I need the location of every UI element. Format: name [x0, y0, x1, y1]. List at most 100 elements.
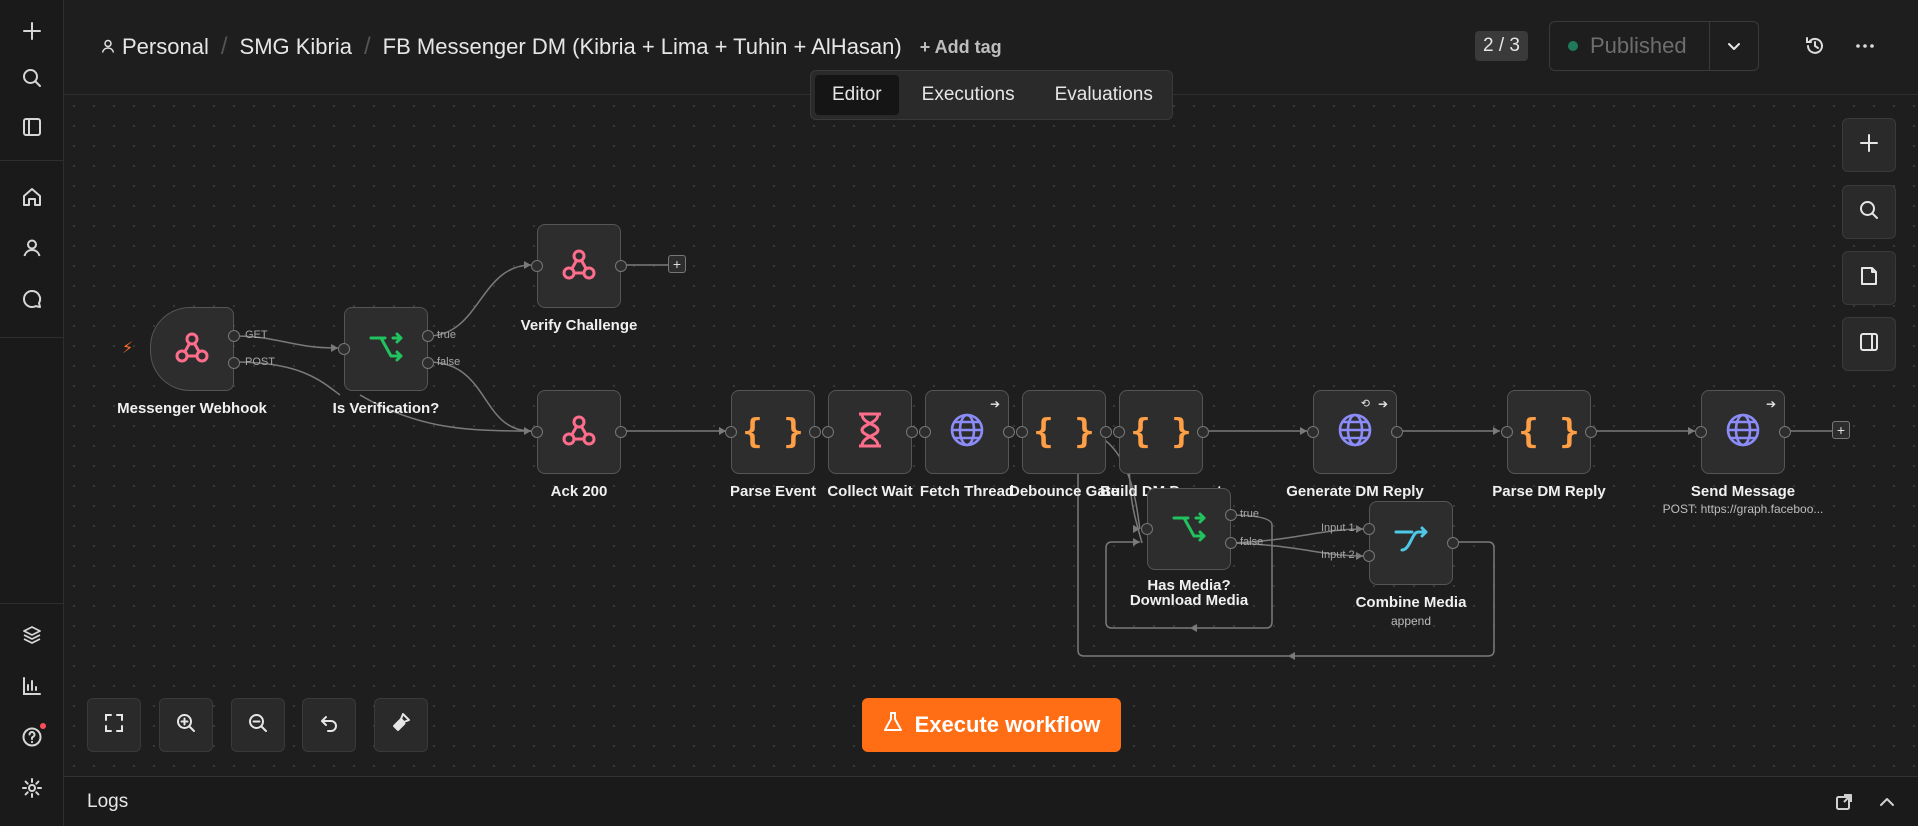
node-label: Ack 200 — [550, 483, 608, 500]
output-port[interactable] — [615, 426, 627, 438]
templates-icon[interactable] — [14, 617, 50, 653]
node-label: Parse Event — [730, 483, 816, 500]
output-port[interactable] — [1391, 426, 1403, 438]
breadcrumb-separator: / — [364, 33, 371, 60]
node-debounce-gate[interactable]: { } Debounce Gate — [1009, 390, 1119, 500]
zoom-out-button[interactable] — [231, 698, 285, 752]
node-label: Download Media — [1129, 592, 1249, 609]
output-port[interactable] — [615, 260, 627, 272]
add-node-button[interactable]: + — [668, 255, 686, 273]
output-port[interactable] — [228, 330, 240, 342]
output-port[interactable] — [1225, 537, 1237, 549]
input-port[interactable] — [919, 426, 931, 438]
sidebar-icon[interactable] — [14, 109, 50, 145]
add-node-button[interactable]: + — [1832, 421, 1850, 439]
add-tag-button[interactable]: + Add tag — [920, 37, 1002, 58]
input-port[interactable] — [531, 426, 543, 438]
input-port[interactable] — [1695, 426, 1707, 438]
output-port[interactable] — [1197, 426, 1209, 438]
output-port[interactable] — [228, 357, 240, 369]
input-port[interactable] — [822, 426, 834, 438]
breadcrumb-personal[interactable]: Personal — [122, 34, 209, 60]
publish-button[interactable]: Published — [1550, 22, 1710, 70]
node-combine-media[interactable]: Combine Media append Input 1 Input 2 — [1321, 501, 1466, 628]
zoom-in-button[interactable] — [159, 698, 213, 752]
webhook-icon — [560, 245, 598, 288]
help-icon[interactable] — [14, 719, 50, 755]
flask-icon — [883, 711, 903, 739]
globe-icon — [1336, 411, 1374, 454]
chevron-up-icon[interactable] — [1874, 789, 1900, 815]
input-port[interactable] — [1307, 426, 1319, 438]
home-icon[interactable] — [14, 179, 50, 215]
output-port[interactable] — [1100, 426, 1112, 438]
tidy-up-button[interactable] — [374, 698, 428, 752]
input-port[interactable] — [1363, 550, 1375, 562]
output-port[interactable] — [1585, 426, 1597, 438]
output-port[interactable] — [422, 357, 434, 369]
input-port[interactable] — [1501, 426, 1513, 438]
settings-icon[interactable] — [14, 770, 50, 806]
node-ack-200[interactable]: Ack 200 — [531, 390, 627, 500]
logs-panel[interactable]: Logs — [64, 776, 1918, 826]
search-nodes-button[interactable] — [1842, 185, 1896, 239]
node-parse-event[interactable]: { } Parse Event — [725, 390, 821, 500]
node-verify-challenge[interactable]: Verify Challenge — [521, 224, 637, 334]
workflow-name[interactable]: FB Messenger DM (Kibria + Lima + Tuhin +… — [383, 34, 902, 60]
input-port[interactable] — [531, 260, 543, 272]
fit-view-button[interactable] — [87, 698, 141, 752]
input-port[interactable] — [1363, 523, 1375, 535]
status-dot — [1568, 41, 1578, 51]
input-port[interactable] — [1113, 426, 1125, 438]
rail-divider — [0, 603, 64, 604]
chevron-down-icon[interactable] — [1710, 38, 1758, 54]
breadcrumb-separator: / — [220, 33, 228, 60]
left-rail — [0, 0, 64, 826]
node-label: Combine Media — [1355, 594, 1467, 611]
node-build-dm-prompt[interactable]: { } Build DM Prompt — [1100, 390, 1222, 500]
pop-out-icon[interactable] — [1831, 789, 1857, 815]
node-fetch-thread[interactable]: ➔ Fetch Thread — [919, 390, 1015, 500]
toggle-panel-button[interactable] — [1842, 317, 1896, 371]
node-is-verification[interactable]: Is Verification? true false — [333, 307, 460, 417]
input-port[interactable] — [1141, 523, 1153, 535]
sticky-note-button[interactable] — [1842, 251, 1896, 305]
node-parse-dm-reply[interactable]: { } Parse DM Reply — [1492, 390, 1606, 500]
output-port[interactable] — [809, 426, 821, 438]
tab-evaluations[interactable]: Evaluations — [1038, 75, 1170, 115]
rail-divider — [0, 160, 64, 161]
port-label: POST — [245, 356, 275, 368]
node-messenger-webhook[interactable]: Messenger Webhook GET POST — [117, 307, 275, 417]
tab-editor[interactable]: Editor — [815, 75, 899, 115]
user-icon[interactable] — [14, 230, 50, 266]
output-port[interactable] — [906, 426, 918, 438]
breadcrumb-project[interactable]: SMG Kibria — [240, 34, 352, 60]
plus-icon[interactable] — [14, 13, 50, 49]
more-options-icon[interactable] — [1847, 28, 1883, 64]
arrow-right-icon: ➔ — [1377, 397, 1388, 411]
add-node-panel-button[interactable] — [1842, 118, 1896, 172]
node-generate-dm-reply[interactable]: ⟲ ➔ Generate DM Reply — [1286, 390, 1424, 500]
output-port[interactable] — [1225, 509, 1237, 521]
node-has-media[interactable]: Has Media? Download Media true false — [1130, 488, 1263, 609]
search-icon[interactable] — [14, 60, 50, 96]
output-port[interactable] — [1779, 426, 1791, 438]
input-port[interactable] — [1016, 426, 1028, 438]
plus-icon — [1858, 132, 1880, 159]
output-port[interactable] — [422, 330, 434, 342]
tab-executions[interactable]: Executions — [905, 75, 1032, 115]
undo-button[interactable] — [302, 698, 356, 752]
chat-icon[interactable] — [14, 281, 50, 317]
insights-icon[interactable] — [14, 668, 50, 704]
input-port[interactable] — [338, 343, 350, 355]
port-label: false — [437, 356, 461, 368]
input-port[interactable] — [725, 426, 737, 438]
execute-workflow-button[interactable]: Execute workflow — [862, 698, 1121, 752]
zoom-out-icon — [247, 712, 269, 739]
node-collect-wait[interactable]: Collect Wait — [822, 390, 918, 500]
history-icon[interactable] — [1797, 28, 1833, 64]
output-port[interactable] — [1003, 426, 1015, 438]
output-port[interactable] — [1447, 537, 1459, 549]
node-send-message[interactable]: ➔ Send Message POST: https://graph.faceb… — [1663, 390, 1823, 516]
port-label: true — [437, 329, 456, 341]
